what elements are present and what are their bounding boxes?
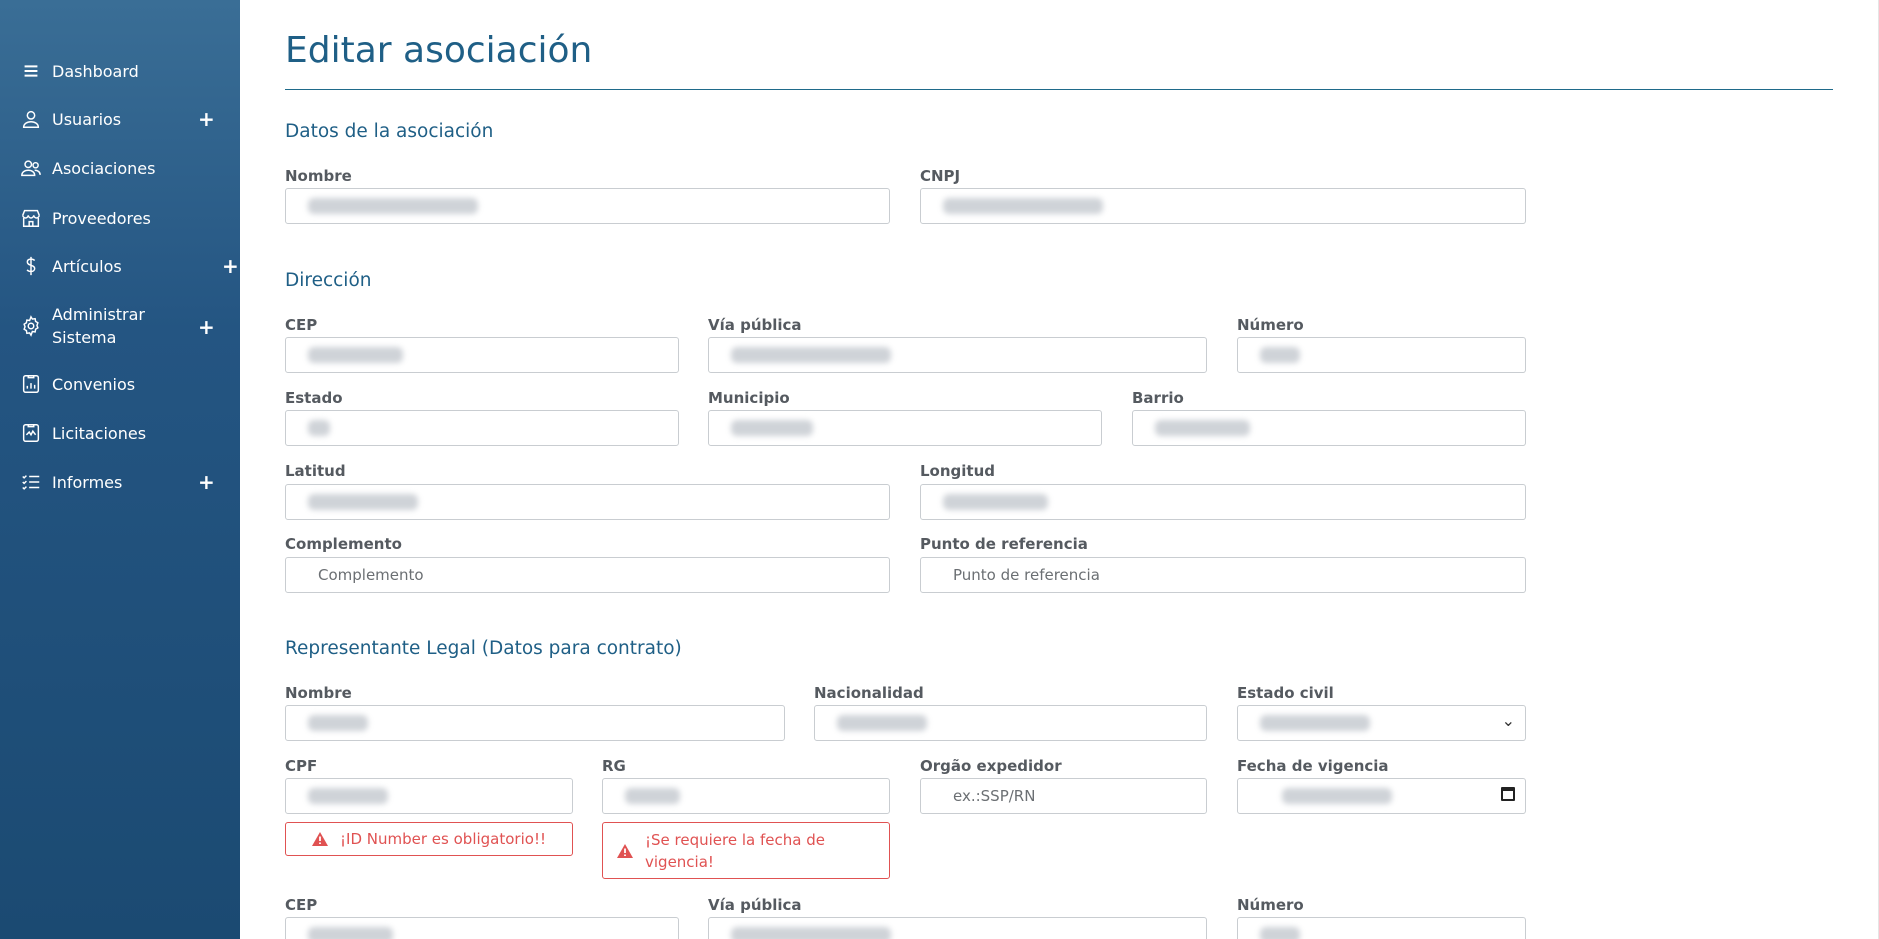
rep-nombre-label: Nombre — [285, 684, 352, 702]
list-icon — [18, 470, 44, 494]
cnpj-input[interactable] — [920, 188, 1526, 224]
municipio-input[interactable] — [708, 410, 1102, 446]
section-title-direccion: Dirección — [285, 270, 372, 291]
barrio-label: Barrio — [1132, 389, 1184, 407]
nombre-input[interactable] — [285, 188, 890, 224]
complemento-placeholder: Complemento — [318, 566, 424, 584]
numero-label: Número — [1237, 316, 1304, 334]
expand-plus-icon[interactable]: + — [198, 472, 215, 492]
estado-input[interactable] — [285, 410, 679, 446]
report-icon — [18, 372, 44, 396]
punto-referencia-placeholder: Punto de referencia — [953, 566, 1100, 584]
expand-plus-icon[interactable]: + — [198, 317, 215, 337]
complemento-input[interactable]: Complemento — [285, 557, 890, 593]
sidebar-item-label: Administrar Sistema — [52, 305, 146, 347]
via-publica-input[interactable] — [708, 337, 1207, 373]
orgao-label: Orgão expedidor — [920, 757, 1062, 775]
latitud-input[interactable] — [285, 484, 890, 520]
main-content: Editar asociación Datos de la asociación… — [240, 0, 1879, 939]
section-title-asociacion: Datos de la asociación — [285, 121, 494, 142]
numero-input[interactable] — [1237, 337, 1526, 373]
sidebar-item-label: Usuarios — [52, 109, 122, 129]
estado-civil-select[interactable] — [1237, 705, 1526, 741]
cpf-input[interactable] — [285, 778, 573, 814]
id-number-error-text: ¡ID Number es obligatorio!! — [340, 830, 546, 848]
rg-input[interactable] — [602, 778, 890, 814]
fecha-vigencia-label: Fecha de vigencia — [1237, 757, 1389, 775]
barrio-input[interactable] — [1132, 410, 1526, 446]
store-icon — [18, 206, 44, 230]
sidebar-item-label: Artículos — [52, 256, 122, 276]
nacionalidad-label: Nacionalidad — [814, 684, 924, 702]
rep-numero-label: Número — [1237, 896, 1304, 914]
estado-civil-label: Estado civil — [1237, 684, 1334, 702]
sidebar-item-licitaciones[interactable]: Licitaciones — [18, 421, 240, 445]
sidebar-item-asociaciones[interactable]: Asociaciones — [18, 156, 240, 180]
fecha-vigencia-error: ¡Se requiere la fecha de vigencia! — [602, 822, 890, 879]
longitud-label: Longitud — [920, 462, 996, 480]
rep-numero-input[interactable] — [1237, 917, 1526, 939]
complemento-label: Complemento — [285, 535, 402, 553]
rep-nombre-input[interactable] — [285, 705, 785, 741]
users-icon — [18, 156, 44, 180]
sidebar-item-convenios[interactable]: Convenios — [18, 372, 240, 396]
rg-label: RG — [602, 757, 626, 775]
nombre-label: Nombre — [285, 167, 352, 185]
orgao-input[interactable]: ex.:SSP/RN — [920, 778, 1207, 814]
sidebar-item-proveedores[interactable]: Proveedores — [18, 206, 240, 230]
estado-label: Estado — [285, 389, 343, 407]
dollar-icon — [18, 254, 44, 278]
sidebar-item-label: Licitaciones — [52, 423, 147, 443]
orgao-placeholder: ex.:SSP/RN — [953, 787, 1036, 805]
sidebar-item-administrar-sistema[interactable]: Administrar Sistema + — [18, 303, 240, 349]
cnpj-label: CNPJ — [920, 167, 961, 185]
sidebar-item-dashboard[interactable]: Dashboard — [18, 59, 240, 83]
id-number-error: ¡ID Number es obligatorio!! — [285, 822, 573, 856]
sidebar-item-label: Asociaciones — [52, 158, 156, 178]
sidebar-item-label: Convenios — [52, 374, 136, 394]
section-title-representante: Representante Legal (Datos para contrato… — [285, 638, 682, 659]
warning-icon — [312, 832, 329, 846]
title-divider — [285, 89, 1833, 90]
rep-cep-label: CEP — [285, 896, 318, 914]
sidebar-item-label: Informes — [52, 472, 123, 492]
sidebar-item-label: Proveedores — [52, 208, 151, 228]
sidebar-item-articulos[interactable]: Artículos + — [18, 254, 240, 278]
fecha-vigencia-error-text: ¡Se requiere la fecha de vigencia! — [645, 830, 825, 871]
punto-referencia-label: Punto de referencia — [920, 535, 1088, 553]
cep-label: CEP — [285, 316, 318, 334]
punto-referencia-input[interactable]: Punto de referencia — [920, 557, 1526, 593]
nacionalidad-input[interactable] — [814, 705, 1207, 741]
rep-via-publica-input[interactable] — [708, 917, 1207, 939]
user-icon — [18, 107, 44, 131]
fecha-vigencia-input[interactable] — [1237, 778, 1526, 814]
sidebar-item-label: Dashboard — [52, 61, 139, 81]
menu-icon — [18, 59, 44, 83]
expand-plus-icon[interactable]: + — [222, 256, 239, 276]
cep-input[interactable] — [285, 337, 679, 373]
latitud-label: Latitud — [285, 462, 346, 480]
chart-doc-icon — [18, 421, 44, 445]
calendar-icon[interactable] — [1501, 787, 1515, 801]
rep-via-publica-label: Vía pública — [708, 896, 802, 914]
expand-plus-icon[interactable]: + — [198, 109, 215, 129]
sidebar-item-informes[interactable]: Informes + — [18, 470, 240, 494]
warning-icon — [617, 843, 633, 858]
via-publica-label: Vía pública — [708, 316, 802, 334]
longitud-input[interactable] — [920, 484, 1526, 520]
rep-cep-input[interactable] — [285, 917, 679, 939]
sidebar-item-usuarios[interactable]: Usuarios + — [18, 107, 240, 131]
gear-icon — [18, 314, 44, 338]
municipio-label: Municipio — [708, 389, 790, 407]
page-title: Editar asociación — [285, 30, 593, 71]
cpf-label: CPF — [285, 757, 318, 775]
sidebar: Dashboard Usuarios + Asociaciones Provee… — [0, 0, 240, 939]
